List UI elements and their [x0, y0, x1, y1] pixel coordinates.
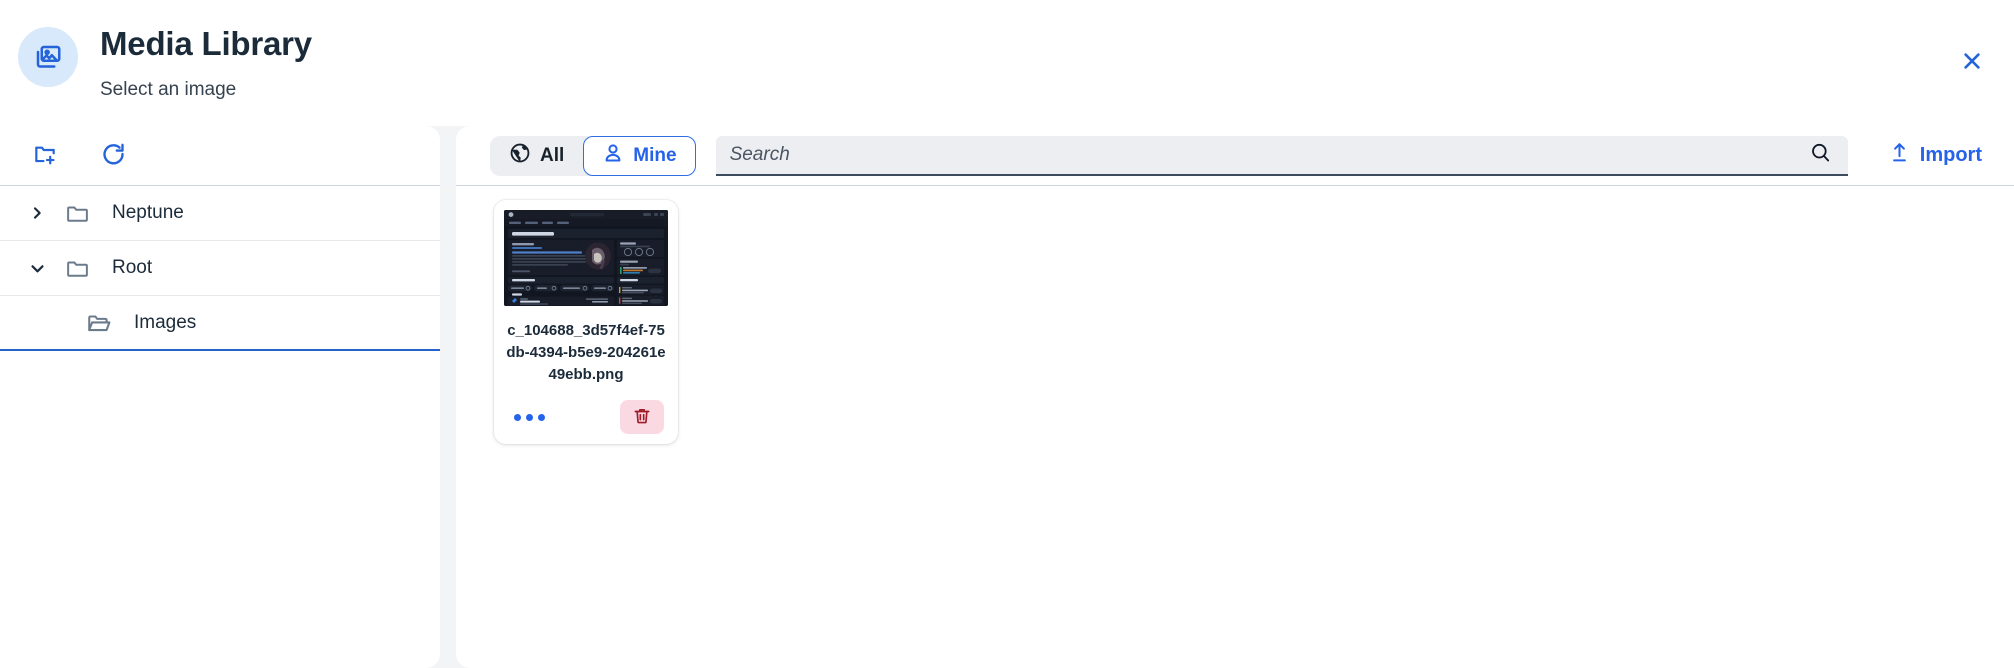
- folder-icon: [60, 256, 94, 281]
- filter-mine-button[interactable]: Mine: [583, 135, 696, 176]
- scope-filter-group: All Mine: [490, 135, 696, 176]
- filter-mine-label: Mine: [633, 144, 677, 166]
- media-grid: c_104688_3d57f4ef-75db-4394-b5e9-204261e…: [456, 186, 2014, 668]
- refresh-icon: [100, 141, 127, 171]
- sidebar-item-label: Images: [134, 311, 197, 333]
- delete-button[interactable]: [620, 400, 664, 434]
- media-filename: c_104688_3d57f4ef-75db-4394-b5e9-204261e…: [506, 322, 666, 383]
- search-icon[interactable]: [1809, 141, 1832, 169]
- more-dots-icon[interactable]: [510, 410, 549, 425]
- new-folder-button[interactable]: [24, 135, 66, 177]
- filter-all-label: All: [540, 144, 565, 166]
- import-button[interactable]: Import: [1862, 136, 1992, 176]
- page-title: Media Library: [100, 25, 312, 62]
- search-input[interactable]: [729, 143, 1809, 166]
- trash-icon: [632, 406, 652, 429]
- refresh-button[interactable]: [92, 135, 134, 177]
- close-icon: [1961, 50, 1983, 75]
- sidebar-item-root[interactable]: Root: [0, 241, 440, 296]
- sidebar-item-neptune[interactable]: Neptune: [0, 186, 440, 241]
- close-button[interactable]: [1954, 44, 1990, 80]
- dot: [526, 413, 533, 421]
- import-label: Import: [1919, 144, 1982, 166]
- user-icon: [602, 142, 624, 170]
- chevron-down-icon[interactable]: [22, 260, 52, 277]
- header-text-group: Media Library Select an image: [100, 18, 312, 103]
- media-panel: All Mine Search Import c_104688_3d57f4ef…: [456, 126, 2014, 668]
- media-toolbar: All Mine Search Import: [456, 126, 2014, 186]
- media-card-actions: [504, 400, 668, 436]
- chevron-right-icon[interactable]: [22, 205, 52, 221]
- dot: [538, 413, 545, 421]
- upload-icon: [1888, 141, 1911, 170]
- sidebar-item-images[interactable]: Images: [0, 296, 440, 351]
- dialog-body: Neptune Root Images All Mine Search Impo…: [0, 126, 2014, 668]
- sidebar-toolbar: [0, 126, 440, 186]
- media-library-dialog: Media Library Select an image Neptune Ro…: [0, 0, 2014, 668]
- dialog-header: Media Library Select an image: [0, 0, 2014, 126]
- media-card[interactable]: c_104688_3d57f4ef-75db-4394-b5e9-204261e…: [494, 200, 678, 444]
- folder-icon: [60, 201, 94, 226]
- dot: [514, 413, 521, 421]
- page-subtitle: Select an image: [100, 79, 237, 100]
- media-images-icon: [18, 27, 78, 87]
- filter-all-button[interactable]: All: [490, 136, 583, 176]
- folder-tree: Neptune Root Images: [0, 186, 440, 351]
- sidebar-item-label: Root: [112, 257, 153, 278]
- sidebar-item-label: Neptune: [112, 202, 184, 223]
- folder-plus-icon: [32, 141, 58, 170]
- folder-sidebar: Neptune Root Images: [0, 126, 440, 668]
- media-thumbnail[interactable]: [504, 210, 668, 306]
- search-field[interactable]: [715, 135, 1848, 176]
- globe-icon: [509, 142, 531, 170]
- folder-open-icon: [82, 310, 116, 336]
